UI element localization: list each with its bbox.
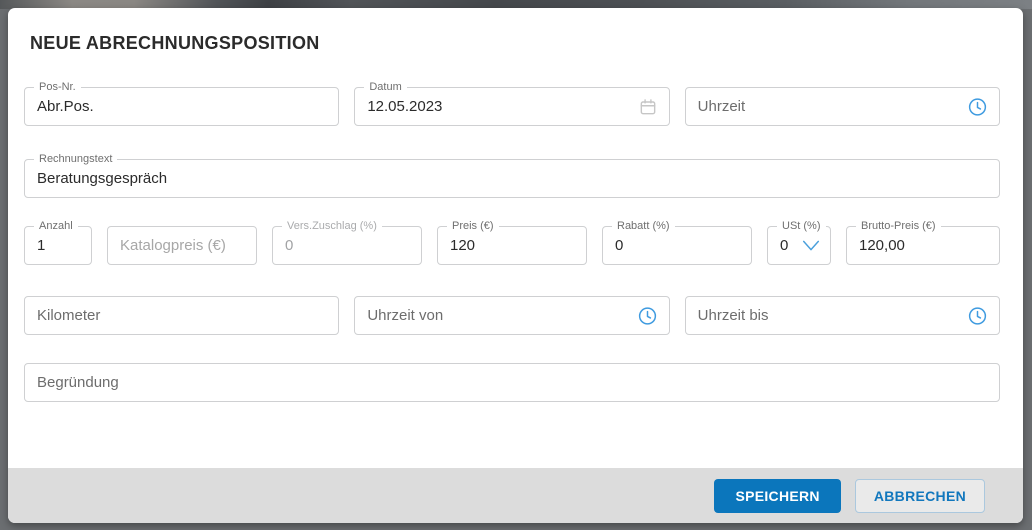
uhrzeit-field [684, 87, 1000, 126]
ust-select[interactable]: USt (%) 0 [767, 220, 831, 265]
uhrzeit-bis-field [684, 296, 1000, 335]
new-billing-item-dialog: NEUE ABRECHNUNGSPOSITION Pos-Nr. Datum [8, 8, 1023, 523]
calendar-icon[interactable] [638, 97, 658, 117]
preis-label: Preis (€) [447, 220, 499, 233]
datum-label: Datum [364, 81, 407, 94]
begruendung-field [24, 363, 1000, 402]
cancel-button[interactable]: ABBRECHEN [854, 478, 985, 513]
rechnungstext-field: Rechnungstext [24, 153, 1000, 198]
rabatt-label: Rabatt (%) [612, 220, 675, 233]
dialog-title: NEUE ABRECHNUNGSPOSITION [30, 33, 320, 53]
pos-nr-field: Pos-Nr. [24, 81, 340, 126]
anzahl-field: Anzahl [24, 220, 92, 265]
datum-field: Datum [354, 81, 670, 126]
ust-label: USt (%) [777, 220, 826, 233]
row-reason [24, 363, 1000, 402]
row-price-details: Anzahl Vers.Zuschlag (%) Preis (€) Rabat… [24, 220, 1000, 265]
begruendung-input[interactable] [25, 364, 999, 401]
pos-nr-label: Pos-Nr. [34, 81, 81, 94]
clock-icon[interactable] [967, 96, 988, 117]
row-invoice-text: Rechnungstext [24, 153, 1000, 198]
uhrzeit-von-input[interactable] [355, 297, 669, 334]
save-button[interactable]: SPEICHERN [714, 478, 841, 513]
clock-icon[interactable] [967, 305, 988, 326]
brutto-preis-field: Brutto-Preis (€) [846, 220, 1000, 265]
clock-icon[interactable] [637, 305, 658, 326]
rabatt-field: Rabatt (%) [602, 220, 752, 265]
uhrzeit-input[interactable] [685, 88, 999, 125]
kilometer-input[interactable] [25, 297, 339, 334]
brutto-preis-label: Brutto-Preis (€) [856, 220, 941, 233]
katalogpreis-field [107, 226, 257, 265]
rechnungstext-input[interactable] [25, 160, 999, 197]
row-km-times [24, 296, 1000, 335]
rechnungstext-label: Rechnungstext [34, 153, 118, 166]
vers-zuschlag-field: Vers.Zuschlag (%) [272, 220, 422, 265]
form-area: Pos-Nr. Datum [8, 81, 1023, 402]
uhrzeit-bis-input[interactable] [685, 297, 999, 334]
kilometer-field [24, 296, 340, 335]
anzahl-label: Anzahl [34, 220, 78, 233]
dialog-footer: SPEICHERN ABBRECHEN [8, 468, 1023, 523]
katalogpreis-input[interactable] [108, 227, 256, 264]
chevron-down-icon [800, 238, 822, 254]
ust-value: 0 [780, 237, 789, 254]
uhrzeit-von-field [354, 296, 670, 335]
preis-field: Preis (€) [437, 220, 587, 265]
vers-zuschlag-label: Vers.Zuschlag (%) [282, 220, 382, 233]
row-position-date-time: Pos-Nr. Datum [24, 81, 1000, 126]
